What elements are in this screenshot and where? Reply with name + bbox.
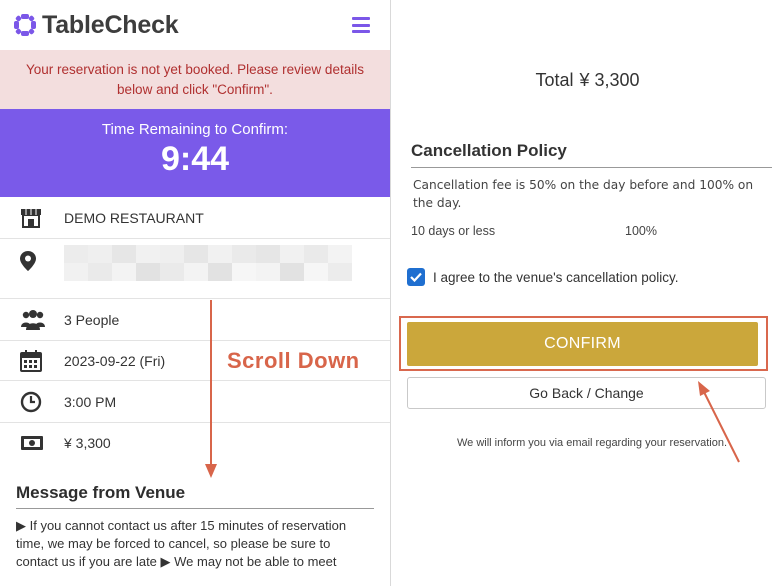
- location-pin-icon: [20, 251, 36, 271]
- cancellation-policy-text: Cancellation fee is 50% on the day befor…: [413, 178, 754, 210]
- confirm-button[interactable]: CONFIRM: [407, 322, 758, 366]
- redaction-pixel: [112, 245, 136, 263]
- party-size: 3 People: [64, 311, 120, 328]
- redaction-pixel: [328, 263, 352, 281]
- email-info-text: We will inform you via email regarding y…: [456, 437, 727, 449]
- hamburger-menu-icon[interactable]: [352, 17, 370, 33]
- address-redacted: [64, 239, 390, 281]
- redaction-pixel: [88, 263, 112, 281]
- tablecheck-logo-icon: [14, 14, 36, 36]
- booking-alert: Your reservation is not yet booked. Plea…: [0, 50, 390, 109]
- money-bill-icon: [21, 436, 43, 450]
- redaction-pixel: [280, 245, 304, 263]
- restaurant-name: DEMO RESTAURANT: [64, 209, 204, 226]
- cancellation-fee: 100%: [625, 224, 657, 238]
- redaction-pixel: [112, 263, 136, 281]
- redaction-pixel: [136, 263, 160, 281]
- redaction-pixel: [232, 245, 256, 263]
- redaction-pixel: [88, 245, 112, 263]
- cancellation-period: 10 days or less: [411, 224, 496, 238]
- go-back-button[interactable]: Go Back / Change: [407, 377, 766, 409]
- redaction-pixel: [208, 245, 232, 263]
- scroll-down-annotation: Scroll Down: [227, 348, 360, 373]
- redaction-pixel: [160, 245, 184, 263]
- total-value: ¥ 3,300: [579, 70, 640, 90]
- checkmark-icon: [410, 272, 422, 282]
- cancellation-policy-title: Cancellation Policy: [411, 141, 772, 168]
- payment-summary-panel: Total ¥ 3,300 Cancellation Policy Cancell…: [390, 0, 784, 586]
- redaction-pixel: [64, 245, 88, 263]
- redaction-pixel: [232, 263, 256, 281]
- confirm-highlight-box: CONFIRM: [399, 316, 768, 371]
- reservation-price: ¥ 3,300: [64, 435, 111, 451]
- detail-row-restaurant: DEMO RESTAURANT: [0, 197, 390, 239]
- redaction-pixel: [256, 245, 280, 263]
- people-group-icon: [21, 309, 45, 330]
- detail-row-time: 3:00 PM: [0, 381, 390, 423]
- clock-icon: [20, 391, 42, 412]
- confirm-timer: Time Remaining to Confirm: 9:44: [0, 109, 390, 197]
- reservation-details-panel: TableCheck Your reservation is not yet b…: [0, 0, 390, 586]
- detail-row-people: 3 People: [0, 299, 390, 341]
- redaction-pixel: [184, 263, 208, 281]
- redaction-pixel: [208, 263, 232, 281]
- calendar-icon: [20, 349, 42, 372]
- storefront-icon: [21, 208, 41, 228]
- agree-policy-row: I agree to the venue's cancellation poli…: [407, 268, 784, 286]
- redaction-pixel: [256, 263, 280, 281]
- agree-policy-label[interactable]: I agree to the venue's cancellation poli…: [433, 270, 678, 285]
- timer-label: Time Remaining to Confirm:: [101, 121, 289, 138]
- redaction-pixel: [136, 245, 160, 263]
- redaction-pixel: [160, 263, 184, 281]
- brand-logo[interactable]: TableCheck: [14, 10, 179, 40]
- timer-value: 9:44: [160, 140, 230, 178]
- venue-message-title: Message from Venue: [16, 463, 374, 509]
- total-amount: Total ¥ 3,300: [391, 70, 784, 91]
- cancellation-fee-row: 10 days or less 100%: [411, 224, 784, 238]
- redaction-pixel: [280, 263, 304, 281]
- redaction-pixel: [328, 245, 352, 263]
- redaction-pixel: [184, 245, 208, 263]
- reservation-time: 3:00 PM: [64, 393, 117, 410]
- redaction-pixel: [304, 245, 328, 263]
- detail-row-price: ¥ 3,300: [0, 423, 390, 463]
- brand-name: TableCheck: [42, 10, 179, 39]
- detail-row-address: [0, 239, 390, 299]
- redaction-pixel: [64, 263, 88, 281]
- total-label: Total: [535, 70, 574, 90]
- top-bar: TableCheck: [0, 0, 390, 50]
- venue-message-body: ▶ If you cannot contact us after 15 minu…: [16, 518, 347, 569]
- agree-policy-checkbox[interactable]: [407, 268, 425, 286]
- redaction-pixel: [304, 263, 328, 281]
